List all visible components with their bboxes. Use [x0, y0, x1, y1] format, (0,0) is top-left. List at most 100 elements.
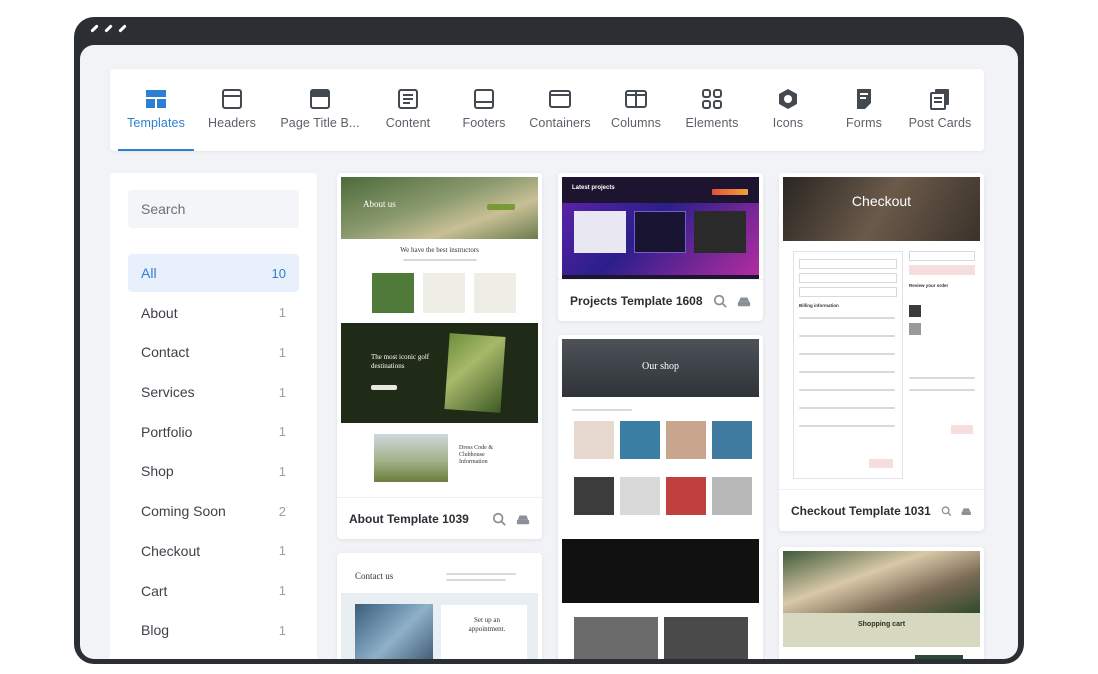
preview-hero: Checkout: [783, 177, 980, 241]
template-card-checkout[interactable]: Checkout Billing information Review your…: [779, 173, 984, 531]
tab-label: Columns: [610, 116, 662, 130]
category-count: 2: [278, 503, 286, 519]
category-label: Shop: [141, 463, 174, 480]
tab-footers[interactable]: Footers: [446, 69, 522, 151]
app-screen: Templates Headers Page Title B... Conten…: [80, 45, 1018, 659]
tab-templates[interactable]: Templates: [118, 69, 194, 151]
template-card-cart[interactable]: Shopping cart: [779, 547, 984, 659]
preview-hero-title: Checkout: [851, 193, 912, 209]
category-label: Blog: [141, 622, 170, 639]
post-cards-icon: [930, 89, 949, 110]
category-about[interactable]: About 1: [128, 294, 299, 332]
category-count: 1: [278, 622, 286, 638]
tab-elements[interactable]: Elements: [674, 69, 750, 151]
preview-hero: Our shop: [562, 339, 759, 397]
insert-icon[interactable]: [737, 294, 751, 308]
insert-icon[interactable]: [961, 504, 972, 518]
category-list: All 10 About 1 Contact 1 Services 1 Portfoli…: [128, 254, 299, 651]
preview-hero-title: About us: [363, 199, 396, 209]
template-title: Projects Template 1608: [570, 293, 703, 308]
tab-label: Containers: [529, 116, 591, 130]
category-all[interactable]: All 10: [128, 254, 299, 292]
preview-hero-title: Our shop: [642, 361, 679, 372]
search-icon[interactable]: [713, 294, 727, 308]
category-blog[interactable]: Blog 1: [128, 611, 299, 649]
category-count: 1: [278, 344, 286, 360]
search-input[interactable]: [128, 190, 299, 228]
category-label: About: [141, 304, 178, 321]
tab-containers[interactable]: Containers: [522, 69, 598, 151]
template-card-contact[interactable]: Contact us Set up an appointment.: [337, 553, 542, 659]
category-label: All: [141, 265, 157, 281]
category-count: 1: [278, 384, 286, 400]
headers-icon: [222, 89, 242, 109]
category-portfolio[interactable]: Portfolio 1: [128, 413, 299, 451]
category-label: Portfolio: [141, 423, 193, 440]
columns-icon: [625, 90, 647, 108]
category-coming-soon[interactable]: Coming Soon 2: [128, 492, 299, 530]
category-count: 1: [278, 305, 286, 321]
elements-icon: [702, 89, 722, 109]
category-label: Coming Soon: [141, 503, 226, 520]
template-card-about[interactable]: About us We have the best instructors Th…: [337, 173, 542, 539]
tab-label: Content: [385, 116, 431, 130]
tab-label: Headers: [208, 116, 256, 130]
preview-appointment: Set up an appointment.: [468, 616, 506, 633]
tab-label: Templates: [127, 116, 185, 130]
icons-icon: [779, 89, 797, 109]
template-card-shop[interactable]: Our shop: [558, 335, 763, 659]
template-preview: About us We have the best instructors Th…: [341, 177, 538, 497]
insert-icon[interactable]: [516, 512, 530, 526]
tab-forms[interactable]: Forms: [826, 69, 902, 151]
tab-icons[interactable]: Icons: [750, 69, 826, 151]
template-preview: Checkout Billing information Review your…: [783, 177, 980, 489]
template-preview: Contact us Set up an appointment.: [341, 557, 538, 659]
search-icon[interactable]: [941, 504, 952, 518]
category-label: Cart: [141, 582, 168, 599]
tab-page-title[interactable]: Page Title B...: [270, 69, 370, 151]
category-count: 1: [278, 463, 286, 479]
category-label: Checkout: [141, 542, 201, 559]
search-icon[interactable]: [492, 512, 506, 526]
preview-hero: About us: [341, 177, 538, 239]
tab-headers[interactable]: Headers: [194, 69, 270, 151]
tab-label: Elements: [685, 116, 739, 130]
category-sidebar: All 10 About 1 Contact 1 Services 1 Portfoli…: [110, 173, 317, 659]
preview-heading: We have the best instructors: [400, 246, 479, 254]
page-title-icon: [310, 89, 330, 109]
category-count: 1: [278, 543, 286, 559]
template-preview: Latest projects: [562, 177, 759, 279]
template-card-projects[interactable]: Latest projects Projects Template 1608: [558, 173, 763, 321]
device-frame: Templates Headers Page Title B... Conten…: [74, 17, 1024, 664]
preview-button: [487, 204, 515, 210]
tab-columns[interactable]: Columns: [598, 69, 674, 151]
category-shop[interactable]: Shop 1: [128, 452, 299, 490]
content-icon: [398, 89, 418, 109]
category-count: 1: [278, 424, 286, 440]
category-contact[interactable]: Contact 1: [128, 333, 299, 371]
preview-hero-title: Latest projects: [572, 185, 615, 191]
category-label: Services: [141, 384, 195, 401]
category-cart[interactable]: Cart 1: [128, 572, 299, 610]
category-services[interactable]: Services 1: [128, 373, 299, 411]
preview-hero-title: Contact us: [355, 571, 394, 581]
template-card-footer: Projects Template 1608: [558, 279, 763, 321]
category-checkout[interactable]: Checkout 1: [128, 532, 299, 570]
preview-hero-title: Shopping cart: [857, 621, 906, 628]
preview-dark-section: The most iconic golf destinations: [341, 323, 538, 423]
tab-post-cards[interactable]: Post Cards: [902, 69, 978, 151]
category-label: Contact: [141, 344, 190, 361]
template-preview: Shopping cart: [783, 551, 980, 659]
template-preview: Our shop: [562, 339, 759, 659]
forms-icon: [857, 89, 871, 109]
templates-icon: [146, 90, 166, 108]
template-card-footer: About Template 1039: [337, 497, 542, 539]
tab-label: Forms: [846, 116, 882, 130]
tab-content[interactable]: Content: [370, 69, 446, 151]
category-toolbar: Templates Headers Page Title B... Conten…: [110, 69, 984, 151]
footers-icon: [474, 89, 494, 109]
tab-label: Page Title B...: [280, 116, 360, 130]
template-title: Checkout Template 1031: [791, 503, 931, 518]
preview-cart-band: Shopping cart: [783, 613, 980, 647]
tab-label: Footers: [462, 116, 506, 130]
